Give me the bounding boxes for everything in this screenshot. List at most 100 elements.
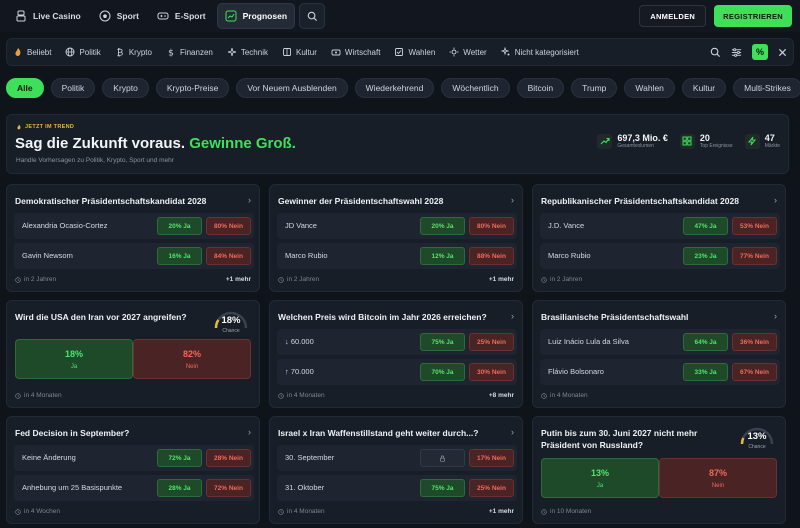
no-button[interactable]: 25% Nein: [469, 479, 514, 497]
yes-button[interactable]: 47% Ja: [683, 217, 728, 235]
filter-chip[interactable]: Bitcoin: [516, 78, 565, 98]
chevron-right-icon[interactable]: ›: [511, 427, 514, 437]
yes-button[interactable]: 20% Ja: [420, 217, 465, 235]
outcome-row[interactable]: ↓ 60.000 75% Ja 25% Nein: [277, 329, 517, 355]
no-button[interactable]: 84% Nein: [206, 247, 251, 265]
market-card[interactable]: Demokratischer Präsidentschaftskandidat …: [6, 184, 260, 292]
chevron-right-icon[interactable]: ›: [248, 195, 251, 205]
chevron-right-icon[interactable]: ›: [511, 195, 514, 205]
nav-esport[interactable]: E-Sport: [150, 3, 213, 29]
more-outcomes-link[interactable]: +1 mehr: [489, 276, 514, 283]
market-title[interactable]: Demokratischer Präsidentschaftskandidat …: [15, 195, 230, 207]
filter-sliders-icon[interactable]: [731, 47, 742, 58]
filter-chip[interactable]: Politik: [50, 78, 96, 98]
market-title[interactable]: Israel x Iran Waffenstillstand geht weit…: [278, 427, 493, 439]
market-title[interactable]: Gewinner der Präsidentschaftswahl 2028: [278, 195, 493, 207]
yes-button[interactable]: 28% Ja: [157, 479, 202, 497]
yes-button[interactable]: 64% Ja: [683, 333, 728, 351]
close-icon[interactable]: [778, 48, 787, 57]
no-button[interactable]: 28% Nein: [206, 449, 251, 467]
nav-live-casino[interactable]: Live Casino: [8, 3, 88, 29]
no-button[interactable]: 53% Nein: [732, 217, 777, 235]
filter-chip[interactable]: Vor Neuem Ausblenden: [236, 78, 348, 98]
yes-button[interactable]: 12% Ja: [420, 247, 465, 265]
yes-button[interactable]: 72% Ja: [157, 449, 202, 467]
no-button[interactable]: 80% Nein: [206, 217, 251, 235]
outcome-row[interactable]: Alexandria Ocasio-Cortez 20% Ja 80% Nein: [14, 213, 254, 239]
outcome-row[interactable]: Luiz Inácio Lula da Silva 64% Ja 36% Nein: [540, 329, 780, 355]
nav-prognosen[interactable]: Prognosen: [216, 3, 296, 29]
market-card[interactable]: Israel x Iran Waffenstillstand geht weit…: [269, 416, 523, 524]
more-outcomes-link[interactable]: +8 mehr: [489, 392, 514, 399]
no-button[interactable]: 77% Nein: [732, 247, 777, 265]
chevron-right-icon[interactable]: ›: [511, 311, 514, 321]
no-button[interactable]: 30% Nein: [469, 363, 514, 381]
register-button[interactable]: REGISTRIEREN: [714, 5, 792, 27]
no-button[interactable]: 80% Nein: [469, 217, 514, 235]
filter-chip[interactable]: Krypto-Preise: [155, 78, 230, 98]
no-button[interactable]: 72% Nein: [206, 479, 251, 497]
market-title[interactable]: Welchen Preis wird Bitcoin im Jahr 2026 …: [278, 311, 493, 323]
yes-button[interactable]: 75% Ja: [420, 479, 465, 497]
market-title[interactable]: Republikanischer Präsidentschaftskandida…: [541, 195, 756, 207]
outcome-row[interactable]: Flávio Bolsonaro 33% Ja 67% Nein: [540, 359, 780, 385]
outcome-row[interactable]: Keine Änderung 72% Ja 28% Nein: [14, 445, 254, 471]
yes-button[interactable]: 13% Ja: [541, 458, 659, 498]
outcome-row[interactable]: Marco Rubio 12% Ja 88% Nein: [277, 243, 517, 269]
yes-button[interactable]: 33% Ja: [683, 363, 728, 381]
market-card[interactable]: Wird die USA den Iran vor 2027 angreifen…: [6, 300, 260, 408]
category-wahlen[interactable]: Wahlen: [394, 47, 435, 57]
category-technik[interactable]: Technik: [227, 47, 268, 57]
yes-button[interactable]: 20% Ja: [157, 217, 202, 235]
no-button[interactable]: 87% Nein: [659, 458, 777, 498]
market-card[interactable]: Republikanischer Präsidentschaftskandida…: [532, 184, 786, 292]
outcome-row[interactable]: Marco Rubio 23% Ja 77% Nein: [540, 243, 780, 269]
outcome-row[interactable]: J.D. Vance 47% Ja 53% Nein: [540, 213, 780, 239]
yes-button[interactable]: 75% Ja: [420, 333, 465, 351]
market-title[interactable]: Putin bis zum 30. Juni 2027 nicht mehr P…: [541, 427, 731, 451]
filter-chip[interactable]: Trump: [571, 78, 618, 98]
login-button[interactable]: ANMELDEN: [639, 5, 707, 27]
more-outcomes-link[interactable]: +1 mehr: [489, 508, 514, 515]
market-title[interactable]: Brasilianische Präsidentschaftswahl: [541, 311, 756, 323]
chevron-right-icon[interactable]: ›: [774, 195, 777, 205]
filter-chip[interactable]: Wiederkehrend: [354, 78, 435, 98]
no-button[interactable]: 82% Nein: [133, 339, 251, 379]
market-card[interactable]: Gewinner der Präsidentschaftswahl 2028 › J…: [269, 184, 523, 292]
market-card[interactable]: Fed Decision in September? › Keine Änderun…: [6, 416, 260, 524]
yes-button[interactable]: 70% Ja: [420, 363, 465, 381]
market-title[interactable]: Wird die USA den Iran vor 2027 angreifen…: [15, 311, 230, 323]
nav-search-button[interactable]: [299, 3, 326, 29]
filter-chip[interactable]: Alle: [6, 78, 44, 98]
no-button[interactable]: 88% Nein: [469, 247, 514, 265]
no-button[interactable]: 17% Nein: [469, 449, 514, 467]
outcome-row[interactable]: 31. Oktober 75% Ja 25% Nein: [277, 475, 517, 501]
chevron-right-icon[interactable]: ›: [774, 311, 777, 321]
market-card[interactable]: Brasilianische Präsidentschaftswahl › Luiz…: [532, 300, 786, 408]
nav-sport[interactable]: Sport: [92, 3, 146, 29]
market-title[interactable]: Fed Decision in September?: [15, 427, 230, 439]
filter-chip[interactable]: Multi-Strikes: [733, 78, 800, 98]
outcome-row[interactable]: ↑ 70.000 70% Ja 30% Nein: [277, 359, 517, 385]
category-krypto[interactable]: ₿ Krypto: [115, 47, 151, 58]
chevron-right-icon[interactable]: ›: [248, 427, 251, 437]
outcome-row[interactable]: JD Vance 20% Ja 80% Nein: [277, 213, 517, 239]
filter-chip[interactable]: Kultur: [681, 78, 727, 98]
percent-toggle-button[interactable]: %: [752, 44, 768, 60]
search-icon[interactable]: [710, 47, 721, 58]
yes-button[interactable]: 16% Ja: [157, 247, 202, 265]
filter-chip[interactable]: Wahlen: [624, 78, 675, 98]
outcome-row[interactable]: Anhebung um 25 Basispunkte 28% Ja 72% Nein: [14, 475, 254, 501]
filter-chip[interactable]: Wöchentlich: [441, 78, 510, 98]
market-card[interactable]: Welchen Preis wird Bitcoin im Jahr 2026 …: [269, 300, 523, 408]
category-politik[interactable]: Politik: [65, 47, 101, 57]
category-wetter[interactable]: Wetter: [449, 47, 487, 57]
no-button[interactable]: 25% Nein: [469, 333, 514, 351]
outcome-row[interactable]: Gavin Newsom 16% Ja 84% Nein: [14, 243, 254, 269]
no-button[interactable]: 36% Nein: [732, 333, 777, 351]
category-finanzen[interactable]: $ Finanzen: [166, 47, 213, 58]
yes-button[interactable]: 18% Ja: [15, 339, 133, 379]
category-kultur[interactable]: Kultur: [282, 47, 317, 57]
category-wirtschaft[interactable]: Wirtschaft: [331, 47, 380, 57]
market-card[interactable]: Putin bis zum 30. Juni 2027 nicht mehr P…: [532, 416, 786, 524]
